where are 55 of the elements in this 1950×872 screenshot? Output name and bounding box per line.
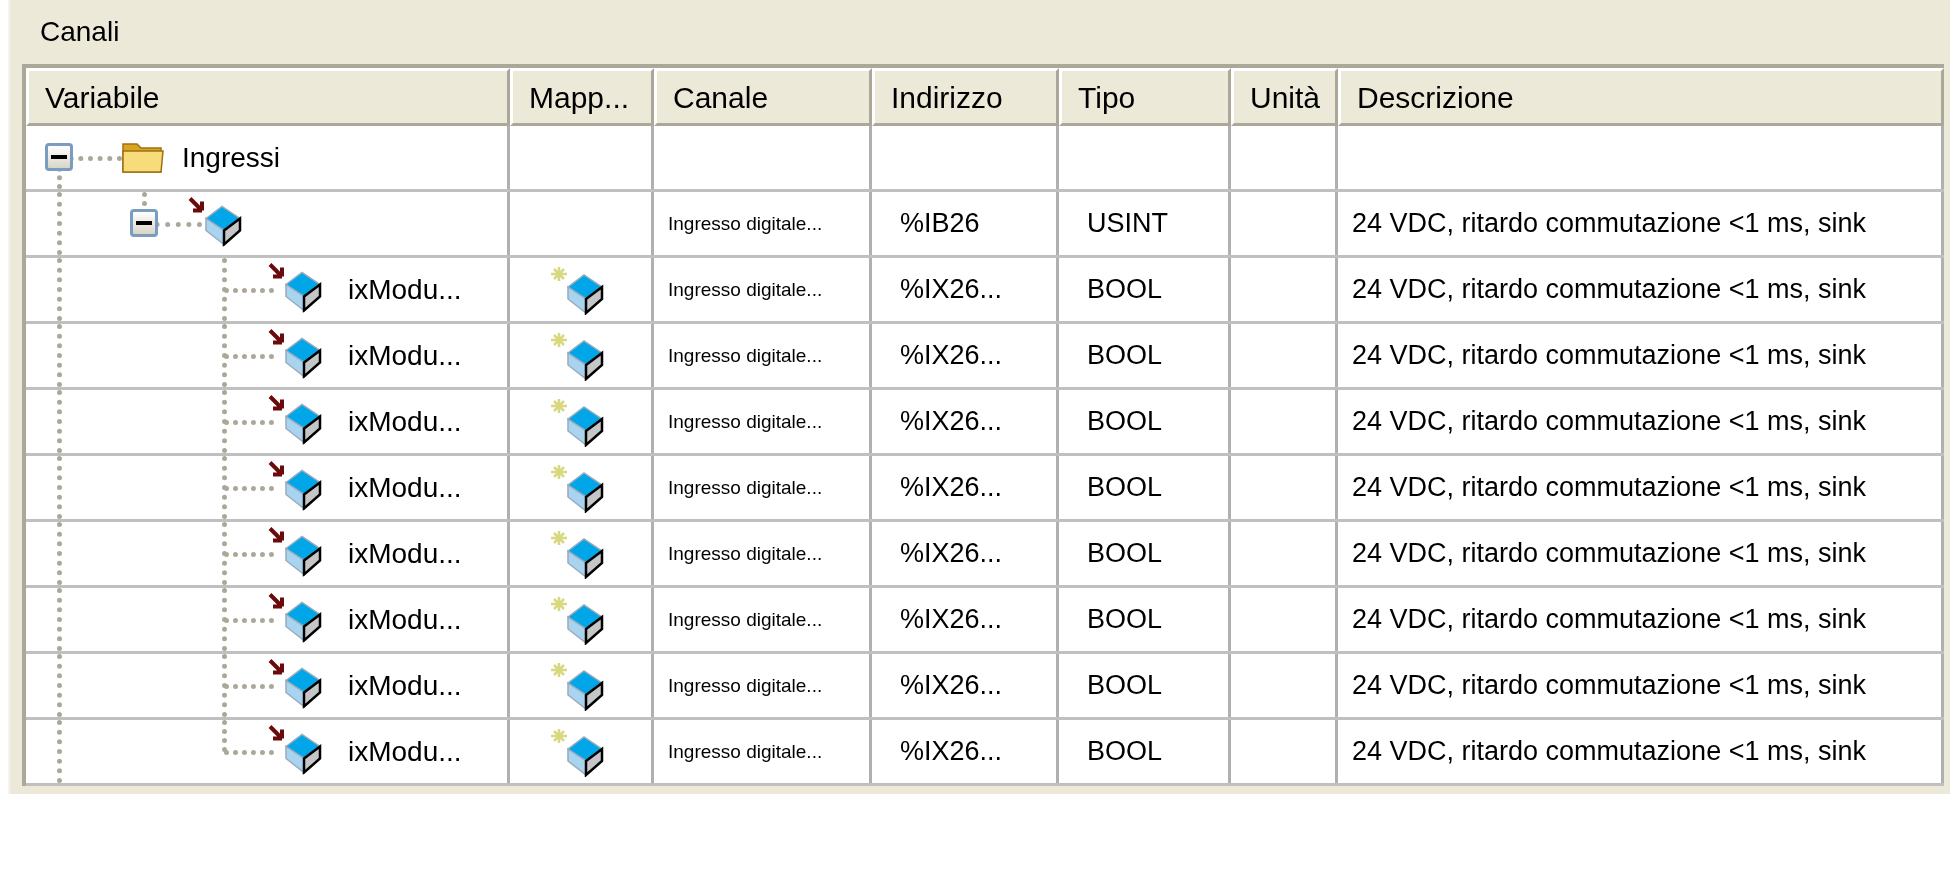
variable-name: ixModu...	[348, 405, 462, 438]
address-cell: %IX26...	[900, 274, 1003, 305]
channel-cell: Ingresso digitale...	[668, 740, 823, 763]
column-header[interactable]: Descrizione	[1338, 68, 1944, 126]
address-cell: %IX26...	[900, 604, 1003, 635]
description-cell: 24 VDC, ritardo commutazione <1 ms, sink	[1352, 538, 1866, 569]
address-cell: %IX26...	[900, 670, 1003, 701]
type-cell: BOOL	[1087, 472, 1163, 503]
variable-name: ixModu...	[348, 537, 462, 570]
variable-name: Ingressi	[182, 141, 281, 174]
variable-name: ixModu...	[348, 669, 462, 702]
variable-name: ixModu...	[348, 603, 462, 636]
column-header[interactable]: Indirizzo	[872, 68, 1059, 126]
channel-cell: Ingresso digitale...	[668, 344, 823, 367]
description-cell: 24 VDC, ritardo commutazione <1 ms, sink	[1352, 604, 1866, 635]
address-cell: %IX26...	[900, 340, 1003, 371]
description-cell: 24 VDC, ritardo commutazione <1 ms, sink	[1352, 406, 1866, 437]
channel-cell: Ingresso digitale...	[668, 278, 823, 301]
address-cell: %IX26...	[900, 538, 1003, 569]
column-header[interactable]: Canale	[654, 68, 872, 126]
collapse-toggle[interactable]	[130, 208, 158, 237]
collapse-toggle[interactable]	[45, 142, 73, 171]
type-cell: USINT	[1087, 208, 1168, 239]
address-cell: %IB26	[900, 208, 980, 239]
description-cell: 24 VDC, ritardo commutazione <1 ms, sink	[1352, 670, 1866, 701]
description-cell: 24 VDC, ritardo commutazione <1 ms, sink	[1352, 208, 1866, 239]
channel-cell: Ingresso digitale...	[668, 410, 823, 433]
channel-cell: Ingresso digitale...	[668, 674, 823, 697]
type-cell: BOOL	[1087, 670, 1163, 701]
type-cell: BOOL	[1087, 340, 1163, 371]
description-cell: 24 VDC, ritardo commutazione <1 ms, sink	[1352, 340, 1866, 371]
column-header[interactable]: Tipo	[1059, 68, 1231, 126]
column-header[interactable]: Variabile	[26, 68, 510, 126]
description-cell: 24 VDC, ritardo commutazione <1 ms, sink	[1352, 274, 1866, 305]
column-header[interactable]: Unità	[1231, 68, 1338, 126]
description-cell: 24 VDC, ritardo commutazione <1 ms, sink	[1352, 472, 1866, 503]
channel-cell: Ingresso digitale...	[668, 212, 823, 235]
column-header[interactable]: Mapp...	[510, 68, 654, 126]
panel-title: Canali	[39, 15, 121, 49]
type-cell: BOOL	[1087, 406, 1163, 437]
variable-name: ixModu...	[348, 471, 462, 504]
address-cell: %IX26...	[900, 406, 1003, 437]
type-cell: BOOL	[1087, 274, 1163, 305]
channel-cell: Ingresso digitale...	[668, 608, 823, 631]
address-cell: %IX26...	[900, 472, 1003, 503]
description-cell: 24 VDC, ritardo commutazione <1 ms, sink	[1352, 736, 1866, 767]
channel-cell: Ingresso digitale...	[668, 476, 823, 499]
variable-name: ixModu...	[348, 339, 462, 372]
type-cell: BOOL	[1087, 538, 1163, 569]
type-cell: BOOL	[1087, 736, 1163, 767]
address-cell: %IX26...	[900, 736, 1003, 767]
type-cell: BOOL	[1087, 604, 1163, 635]
variable-name: ixModu...	[348, 735, 462, 768]
variable-name: ixModu...	[348, 273, 462, 306]
channel-cell: Ingresso digitale...	[668, 542, 823, 565]
